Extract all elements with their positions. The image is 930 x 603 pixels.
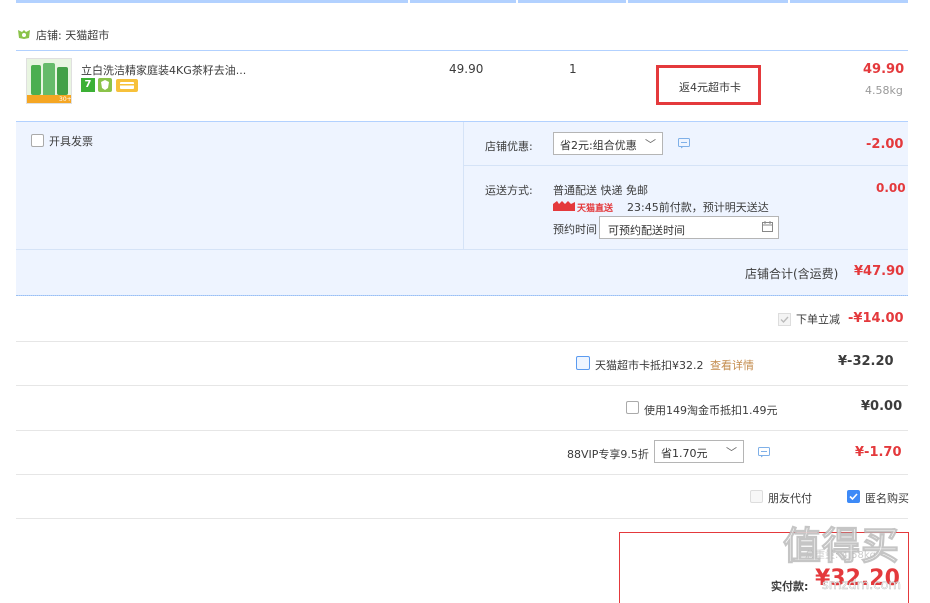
store-total-label: 店铺合计(含运费) bbox=[745, 267, 839, 281]
watermark-sub: smzdm.com bbox=[822, 578, 902, 594]
tmall-direct-label: 天猫直送 bbox=[577, 204, 614, 214]
schedule-input[interactable]: 可预约配送时间 bbox=[599, 216, 779, 239]
invoice-label[interactable]: 开具发票 bbox=[49, 133, 93, 149]
shipping-amount: 0.00 bbox=[876, 181, 906, 195]
supermarket-card-details-link[interactable]: 查看详情 bbox=[710, 357, 754, 373]
schedule-label: 预约时间 bbox=[553, 223, 597, 236]
shipping-eta: 23:45前付款，预计明天送达 bbox=[627, 201, 769, 214]
anonymous-label[interactable]: 匿名购买 bbox=[865, 490, 909, 506]
shop-discount-amount: -2.00 bbox=[866, 137, 904, 152]
vip-discount-value: 省1.70元 bbox=[661, 447, 708, 460]
taojinbi-label[interactable]: 使用149淘金币抵扣1.49元 bbox=[644, 402, 778, 418]
card-badge-icon bbox=[116, 79, 138, 92]
chevron-down-icon: ﹀ bbox=[645, 138, 656, 151]
shipping-method: 普通配送 快递 免邮 bbox=[553, 184, 648, 197]
supermarket-card-amount: ¥-32.20 bbox=[838, 354, 894, 369]
instant-discount-check-icon bbox=[778, 313, 791, 326]
unit-price: 49.90 bbox=[449, 62, 484, 76]
vip-amount: ¥-1.70 bbox=[855, 445, 902, 460]
vip-label: 88VIP专享9.5折 bbox=[567, 448, 649, 461]
calendar-icon[interactable] bbox=[762, 221, 773, 235]
store-name-text[interactable]: 天猫超市 bbox=[65, 29, 109, 42]
schedule-placeholder: 可预约配送时间 bbox=[608, 224, 685, 237]
supermarket-card-checkbox[interactable] bbox=[576, 356, 590, 370]
chevron-down-icon: ﹀ bbox=[726, 446, 737, 459]
amount-payable-label: 实付款: bbox=[771, 580, 809, 593]
product-thumbnail[interactable]: 30+ bbox=[26, 58, 72, 104]
taojinbi-checkbox[interactable] bbox=[626, 401, 639, 414]
product-title[interactable]: 立白洗洁精家庭装4KG茶籽去油... bbox=[81, 62, 246, 78]
promo-return-card: 返4元超市卡 bbox=[656, 65, 761, 105]
friend-pay-label[interactable]: 朋友代付 bbox=[768, 490, 812, 506]
friend-pay-checkbox[interactable] bbox=[750, 490, 763, 503]
comment-icon[interactable] bbox=[678, 138, 690, 152]
anonymous-checkbox[interactable] bbox=[847, 490, 860, 503]
invoice-checkbox[interactable] bbox=[31, 134, 44, 147]
watermark-logo: 值得买 bbox=[782, 524, 901, 569]
shipping-label: 运送方式: bbox=[485, 184, 533, 197]
shop-discount-value: 省2元:组合优惠 bbox=[560, 139, 637, 152]
quantity: 1 bbox=[569, 62, 577, 76]
store-total-amount: ¥47.90 bbox=[854, 264, 905, 279]
guarantee-badge-icon bbox=[98, 78, 112, 92]
instant-discount-label: 下单立减 bbox=[796, 313, 840, 326]
table-header-bar bbox=[16, 0, 908, 4]
shop-discount-label: 店铺优惠: bbox=[485, 140, 533, 153]
supermarket-card-label[interactable]: 天猫超市卡抵扣¥32.2 bbox=[595, 357, 704, 373]
tmall-direct-icon bbox=[553, 201, 575, 211]
taojinbi-amount: ¥0.00 bbox=[861, 399, 903, 414]
seven-day-return-badge: 7 bbox=[81, 78, 95, 92]
thumbnail-tag: 30+ bbox=[59, 96, 72, 103]
comment-icon[interactable] bbox=[758, 447, 770, 461]
vip-discount-select[interactable]: 省1.70元 ﹀ bbox=[654, 440, 744, 463]
instant-discount-amount: -¥14.00 bbox=[848, 311, 904, 326]
item-weight: 4.58kg bbox=[865, 84, 903, 97]
shop-discount-select[interactable]: 省2元:组合优惠 ﹀ bbox=[553, 132, 663, 155]
store-name[interactable]: 店铺: 天猫超市 bbox=[36, 27, 109, 43]
promo-label: 返4元超市卡 bbox=[679, 81, 741, 94]
store-icon bbox=[17, 28, 31, 40]
store-prefix: 店铺: bbox=[36, 29, 62, 42]
item-subtotal: 49.90 bbox=[863, 62, 905, 77]
